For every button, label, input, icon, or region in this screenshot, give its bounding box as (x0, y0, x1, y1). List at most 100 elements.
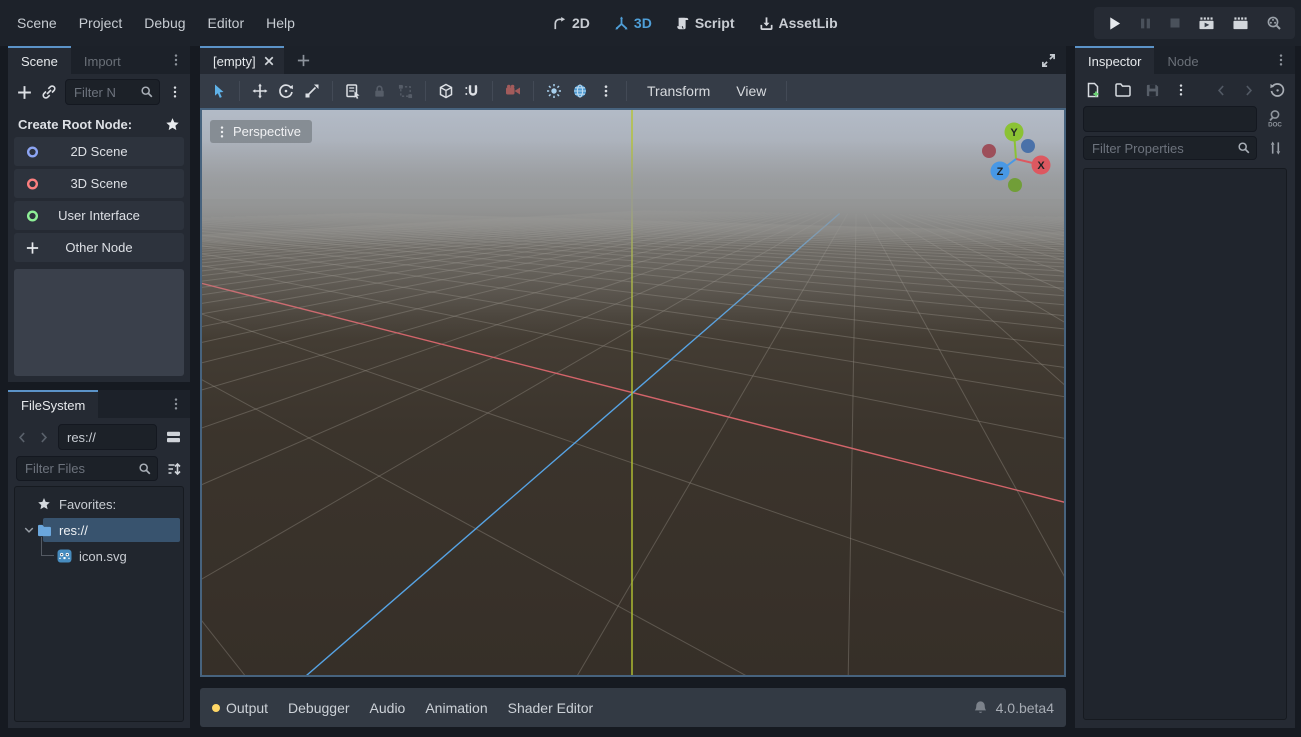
add-node-button[interactable] (16, 84, 33, 101)
current-path-field[interactable] (58, 424, 157, 450)
create-3d-scene-button[interactable]: 3D Scene (14, 169, 184, 198)
viewport-toolbar: Transform View (200, 74, 1066, 108)
tab-scene[interactable]: Scene (8, 46, 71, 74)
resource-extra-menu-button[interactable] (1174, 83, 1188, 97)
display-mode-toggle[interactable] (165, 429, 182, 445)
rotate-tool[interactable] (273, 79, 299, 103)
tab-node-label: Node (1167, 54, 1198, 69)
filter-files-wrap (16, 456, 158, 481)
menu-help[interactable]: Help (255, 9, 306, 37)
tab-import[interactable]: Import (71, 46, 134, 74)
workspace-script-button[interactable]: Script (676, 15, 735, 31)
local-space-toggle[interactable] (433, 79, 459, 103)
debugger-button[interactable]: Debugger (278, 700, 360, 716)
doc-search-icon: DOC (1266, 109, 1284, 129)
tab-inspector[interactable]: Inspector (1075, 46, 1154, 74)
animation-button[interactable]: Animation (415, 700, 497, 716)
workspace-2d-button[interactable]: 2D (552, 15, 590, 31)
expand-icon (1041, 53, 1056, 68)
preview-sunlight-toggle[interactable] (541, 79, 567, 103)
workspace-3d-label: 3D (634, 15, 652, 31)
inspector-menu-button[interactable] (1267, 46, 1295, 74)
plus-icon (296, 53, 311, 68)
favorites-star-icon[interactable] (165, 117, 180, 132)
history-back-button[interactable] (1215, 84, 1228, 97)
play-scene-button[interactable] (1198, 16, 1215, 31)
expand-viewport-button[interactable] (1031, 46, 1066, 74)
filesystem-menu-button[interactable] (162, 390, 190, 418)
viewport-3d[interactable]: Perspective Y X Z (200, 108, 1066, 677)
select-tool[interactable] (206, 79, 232, 103)
instance-scene-button[interactable] (41, 84, 57, 100)
lock-selected-tool[interactable] (366, 79, 392, 103)
select-arrow-icon (211, 83, 227, 99)
gizmo-z-label: Z (997, 166, 1004, 178)
transform-menu[interactable]: Transform (634, 83, 723, 99)
movie-maker-toggle[interactable] (1266, 15, 1282, 31)
shader-editor-button[interactable]: Shader Editor (498, 700, 604, 716)
pause-button[interactable] (1139, 17, 1152, 30)
menu-scene[interactable]: Scene (6, 9, 68, 37)
scene-tab-empty[interactable]: [empty] (200, 46, 284, 74)
move-tool[interactable] (247, 79, 273, 103)
notification-bell-icon[interactable] (973, 700, 988, 715)
group-selected-tool[interactable] (392, 79, 418, 103)
viewport-canvas[interactable]: Perspective Y X Z (202, 110, 1064, 675)
bottom-panel-bar: Output Debugger Audio Animation Shader E… (200, 688, 1066, 727)
preview-environment-toggle[interactable] (567, 79, 593, 103)
doc-label: DOC (1268, 122, 1282, 129)
chevron-down-icon[interactable] (23, 524, 35, 536)
filter-files-input[interactable] (16, 456, 158, 481)
dots-vertical-icon (599, 84, 613, 98)
tab-filesystem[interactable]: FileSystem (8, 390, 98, 418)
view-menu[interactable]: View (723, 83, 779, 99)
property-tools-button[interactable] (1263, 140, 1287, 156)
save-resource-button[interactable] (1145, 83, 1160, 98)
favorites-row[interactable]: Favorites: (15, 491, 183, 517)
load-resource-button[interactable] (1115, 83, 1131, 97)
create-3d-scene-label: 3D Scene (70, 176, 127, 191)
camera-preview-toggle[interactable] (500, 79, 526, 103)
filter-properties-input[interactable] (1083, 136, 1257, 160)
new-resource-button[interactable] (1085, 82, 1101, 98)
preview-options-menu[interactable] (593, 79, 619, 103)
open-docs-button[interactable]: DOC (1263, 109, 1287, 129)
menu-editor[interactable]: Editor (197, 9, 256, 37)
menu-debug[interactable]: Debug (133, 9, 196, 37)
create-ui-scene-button[interactable]: User Interface (14, 201, 184, 230)
plus-icon (25, 240, 40, 255)
play-button[interactable] (1107, 16, 1122, 31)
create-other-node-label: Other Node (65, 240, 132, 255)
create-2d-scene-button[interactable]: 2D Scene (14, 137, 184, 166)
orientation-gizmo[interactable]: Y X Z (962, 110, 1064, 210)
res-root-label: res:// (59, 523, 88, 538)
scene-extra-menu-button[interactable] (168, 85, 182, 99)
scale-tool[interactable] (299, 79, 325, 103)
camera-icon (505, 84, 521, 98)
icon-svg-row[interactable]: icon.svg (15, 543, 183, 569)
audio-button[interactable]: Audio (360, 700, 416, 716)
resource-name-field[interactable] (1083, 106, 1257, 132)
new-scene-tab-button[interactable] (284, 46, 323, 74)
stop-button[interactable] (1169, 17, 1181, 29)
scene-dock-menu-button[interactable] (162, 46, 190, 74)
create-other-node-button[interactable]: Other Node (14, 233, 184, 262)
favorites-label: Favorites: (59, 497, 116, 512)
nav-forward-button[interactable] (37, 431, 50, 444)
nav-back-button[interactable] (16, 431, 29, 444)
list-select-tool[interactable] (340, 79, 366, 103)
version-label: 4.0.beta4 (996, 700, 1054, 716)
workspace-3d-button[interactable]: 3D (614, 15, 652, 31)
close-icon[interactable] (263, 55, 275, 67)
workspace-assetlib-button[interactable]: AssetLib (759, 15, 838, 31)
history-forward-button[interactable] (1242, 84, 1255, 97)
menu-project[interactable]: Project (68, 9, 134, 37)
tab-node[interactable]: Node (1154, 46, 1211, 74)
output-button[interactable]: Output (212, 700, 278, 716)
tab-inspector-label: Inspector (1088, 54, 1141, 69)
object-history-button[interactable] (1269, 82, 1285, 98)
play-custom-scene-button[interactable] (1232, 16, 1249, 31)
snap-toggle[interactable] (459, 79, 485, 103)
file-sort-button[interactable] (166, 461, 182, 477)
perspective-menu-button[interactable]: Perspective (210, 120, 312, 143)
